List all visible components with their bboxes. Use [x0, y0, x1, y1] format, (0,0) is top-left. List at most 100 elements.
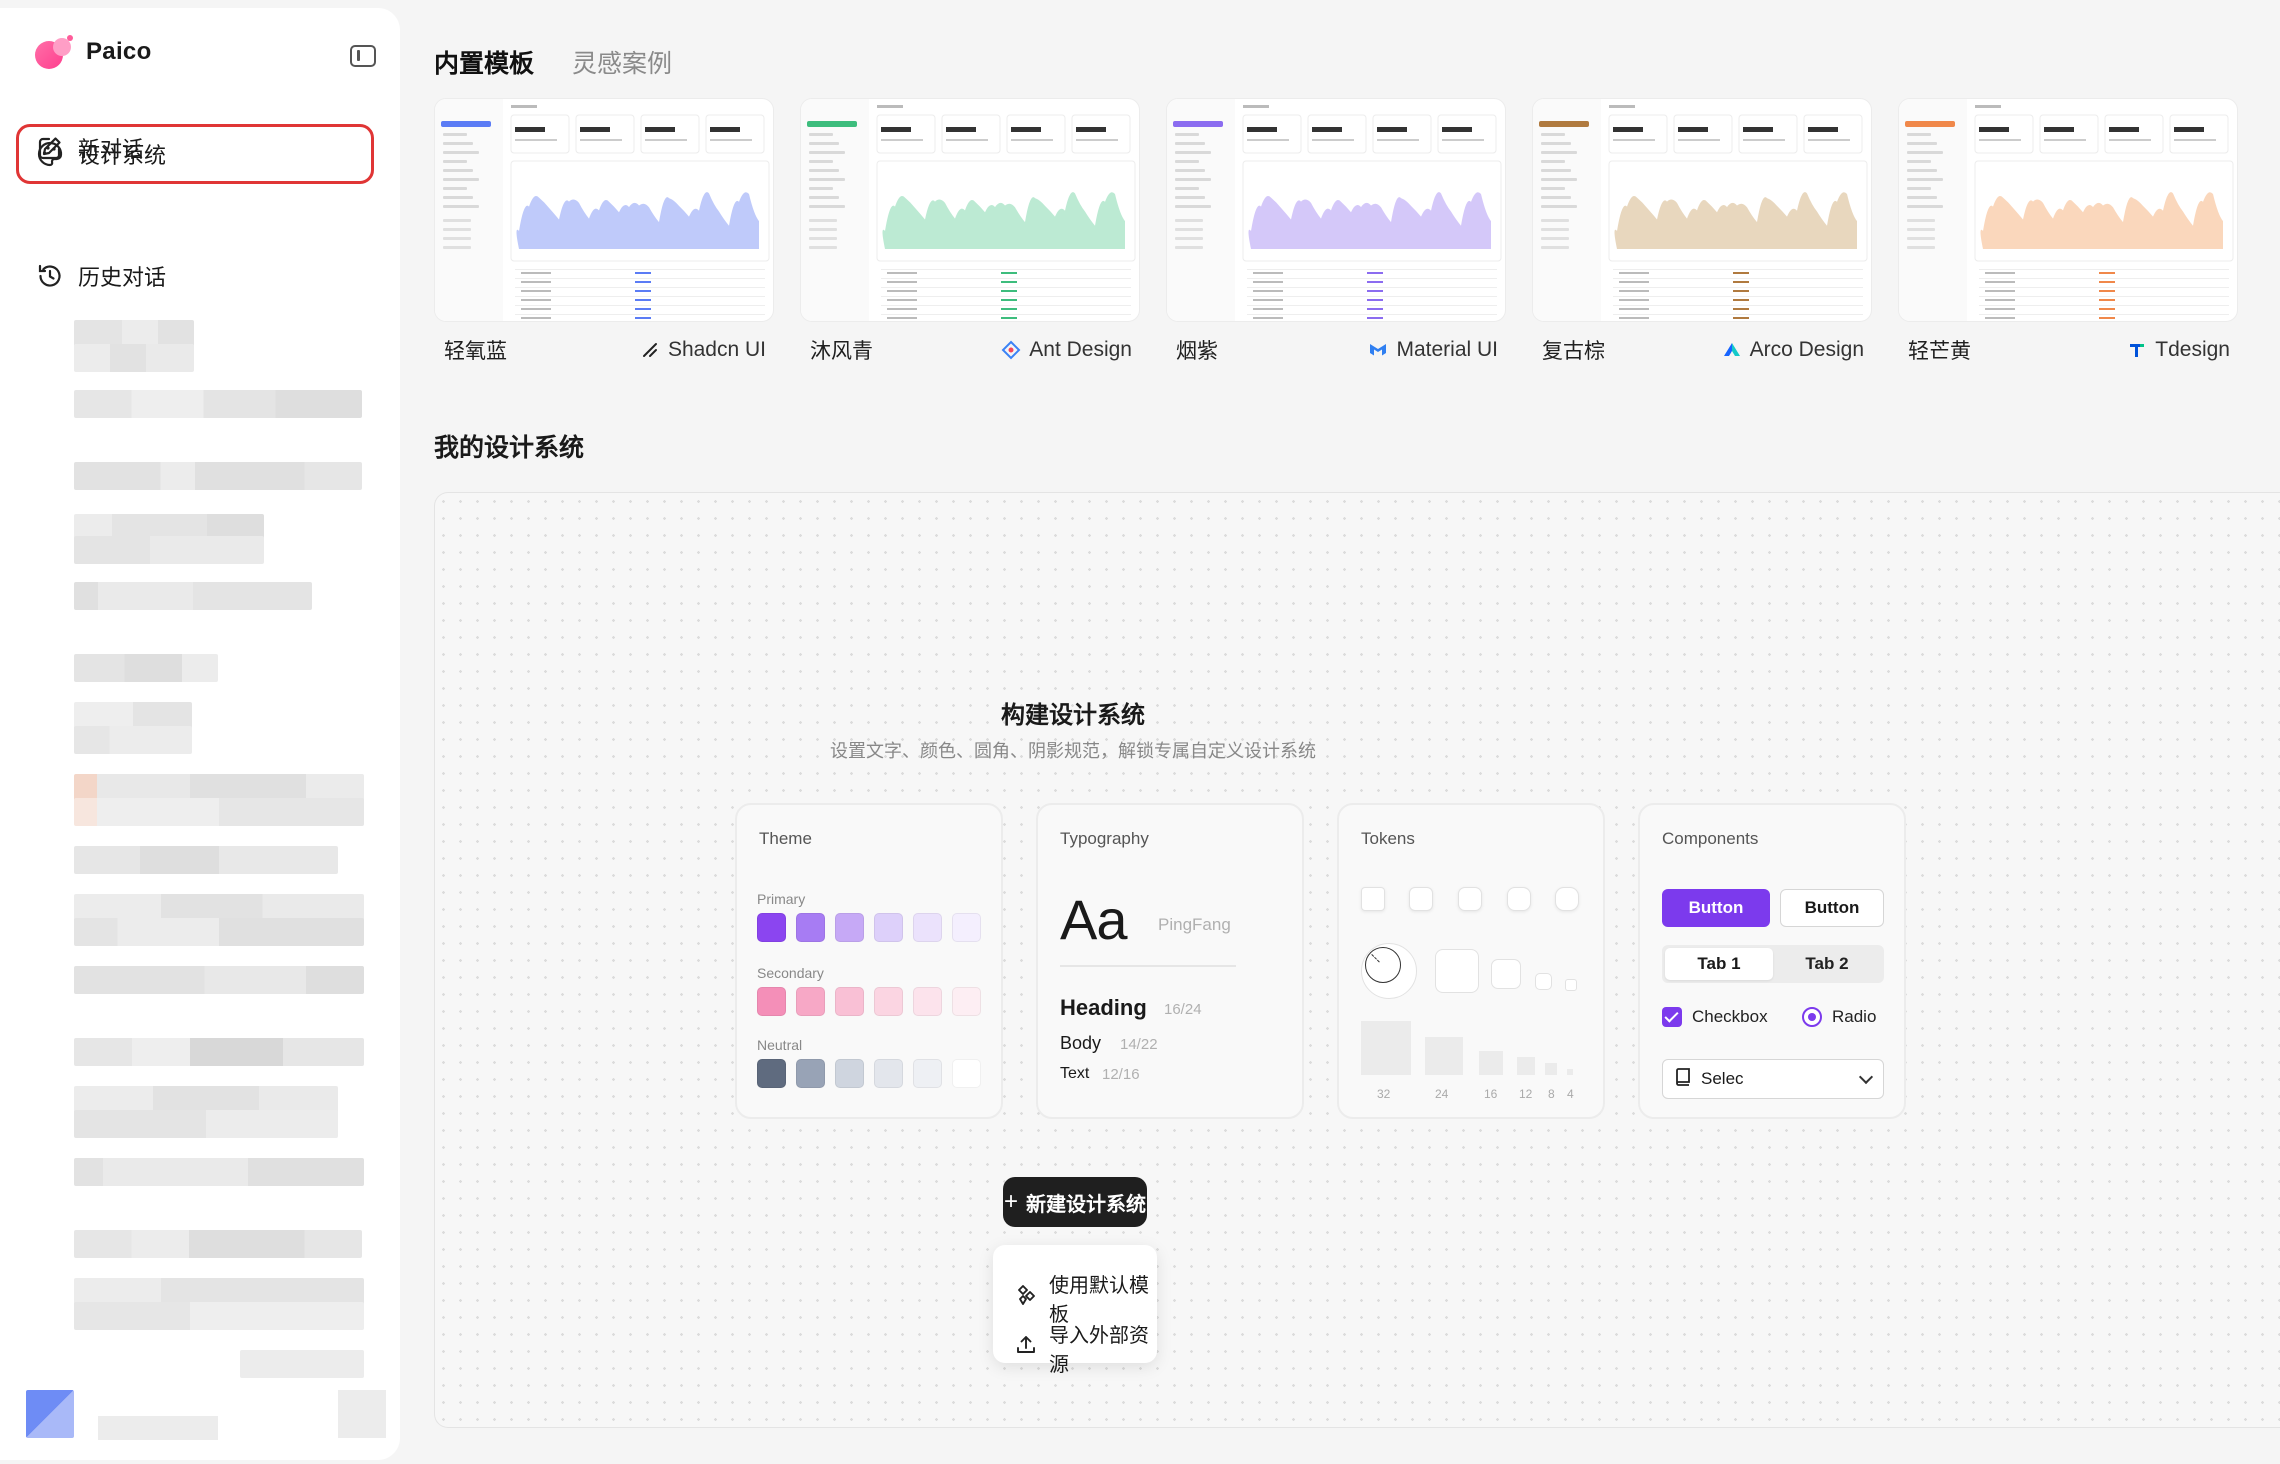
- spacing-label: 32: [1377, 1087, 1391, 1101]
- secondary-color-swatch: [952, 987, 981, 1016]
- secondary-color-swatch: [796, 987, 825, 1016]
- primary-color-swatch: [952, 913, 981, 942]
- history-item[interactable]: [74, 390, 362, 418]
- new-design-system-button[interactable]: + 新建设计系统: [1003, 1177, 1147, 1227]
- history-item[interactable]: [74, 536, 264, 564]
- spacing-label: 16: [1484, 1087, 1498, 1101]
- text-sample: Text: [1060, 1065, 1090, 1082]
- sample-outline-button[interactable]: Button: [1780, 889, 1884, 927]
- history-item[interactable]: [74, 1230, 362, 1258]
- heading-size: 16/24: [1164, 1001, 1202, 1018]
- template-card[interactable]: 轻氧蓝 Shadcn UI: [434, 98, 774, 368]
- template-library: Material UI: [1368, 338, 1498, 362]
- shadow-sample: [1535, 973, 1552, 990]
- primary-label: Primary: [757, 891, 806, 907]
- primary-swatches: [757, 913, 981, 942]
- history-item[interactable]: [74, 654, 218, 682]
- history-item[interactable]: [74, 582, 312, 610]
- card-title: Tokens: [1361, 829, 1415, 848]
- menu-item-import-external[interactable]: 导入外部资源: [1015, 1319, 1157, 1377]
- template-library: Arco Design: [1722, 338, 1864, 362]
- spacing-sample: [1361, 1021, 1411, 1075]
- template-thumbnail: [1532, 98, 1872, 322]
- card-title: Components: [1662, 829, 1759, 848]
- template-name: 轻芒黄: [1908, 340, 1971, 363]
- template-library: Ant Design: [1001, 338, 1132, 362]
- primary-color-swatch: [835, 913, 864, 942]
- history-item[interactable]: [74, 1158, 364, 1186]
- materialui-icon: [1368, 340, 1388, 360]
- avatar[interactable]: [26, 1390, 74, 1438]
- history-item[interactable]: [74, 966, 364, 994]
- new-button-label: 新建设计系统: [1026, 1193, 1146, 1216]
- sample-radio[interactable]: Radio: [1802, 1007, 1876, 1027]
- history-item[interactable]: [74, 344, 194, 372]
- sample-tab-1[interactable]: Tab 1: [1665, 948, 1773, 980]
- spacing-sample: [1479, 1051, 1503, 1075]
- primary-color-swatch: [874, 913, 903, 942]
- radius-sample: [1555, 887, 1579, 911]
- template-icon: [1015, 1284, 1037, 1312]
- tokens-card: Tokens 32 24 16 12 8 4: [1337, 803, 1605, 1119]
- template-card[interactable]: 复古棕 Arco Design: [1532, 98, 1872, 368]
- menu-item-label: 导入外部资源: [1049, 1325, 1149, 1376]
- design-system-canvas: 构建设计系统 设置文字、颜色、圆角、阴影规范，解锁专属自定义设计系统 Theme…: [434, 492, 2280, 1428]
- radio-label: Radio: [1832, 1007, 1877, 1026]
- history-item[interactable]: [240, 1350, 364, 1378]
- template-name: 沐风青: [810, 340, 873, 363]
- history-item[interactable]: [74, 1110, 338, 1138]
- nav-label: 历史对话: [78, 265, 167, 290]
- typography-card: Typography Aa PingFang Heading 16/24 Bod…: [1036, 803, 1304, 1119]
- book-icon: [1675, 1067, 1691, 1091]
- history-item[interactable]: [74, 918, 364, 946]
- neutral-color-swatch: [913, 1059, 942, 1088]
- history-list-blurred: [0, 308, 400, 1408]
- secondary-color-swatch: [874, 987, 903, 1016]
- template-card[interactable]: 沐风青 Ant Design: [800, 98, 1140, 368]
- palette-icon: [36, 140, 64, 168]
- template-library: Tdesign: [2127, 338, 2230, 362]
- radius-sample: [1507, 887, 1531, 911]
- spacing-label: 24: [1435, 1087, 1449, 1101]
- nav-history[interactable]: 历史对话: [16, 246, 374, 306]
- section-title: 我的设计系统: [434, 434, 585, 462]
- library-name: Tdesign: [2155, 338, 2230, 361]
- sample-select[interactable]: Selec: [1662, 1059, 1884, 1099]
- checkbox-checked-icon: [1662, 1007, 1682, 1027]
- history-item[interactable]: [74, 462, 362, 490]
- upload-icon: [1015, 1334, 1037, 1362]
- sidebar-toggle-icon[interactable]: [350, 45, 376, 67]
- tab-inspiration[interactable]: 灵感案例: [572, 44, 672, 80]
- main-panel: 内置模板 灵感案例 轻氧蓝 Shadcn UI 沐风青 Ant Design 烟…: [400, 0, 2280, 1464]
- history-item[interactable]: [74, 1038, 364, 1066]
- sidebar: Paico 新对话 设计系统 历史对话: [0, 8, 400, 1460]
- sample-tab-2[interactable]: Tab 2: [1773, 948, 1881, 980]
- spacing-sample: [1517, 1057, 1535, 1075]
- radio-selected-icon: [1802, 1007, 1822, 1027]
- settings-blurred[interactable]: [338, 1390, 386, 1438]
- template-card[interactable]: 烟紫 Material UI: [1166, 98, 1506, 368]
- tab-builtin-templates[interactable]: 内置模板: [434, 44, 534, 80]
- radius-sample: [1458, 887, 1482, 911]
- template-thumbnail: [800, 98, 1140, 322]
- secondary-label: Secondary: [757, 965, 824, 981]
- neutral-color-swatch: [796, 1059, 825, 1088]
- shadcn-icon: [640, 340, 660, 360]
- shadow-sample: [1435, 949, 1479, 993]
- select-value: Selec: [1701, 1069, 1744, 1088]
- nav-design-system[interactable]: 设计系统: [16, 124, 374, 184]
- history-item[interactable]: [74, 726, 192, 754]
- arcodesign-icon: [1722, 340, 1742, 360]
- username-blurred: [98, 1416, 218, 1440]
- font-family-name: PingFang: [1158, 915, 1231, 934]
- sample-primary-button[interactable]: Button: [1662, 889, 1770, 927]
- template-card[interactable]: 轻芒黄 Tdesign: [1898, 98, 2238, 368]
- paico-logo-icon: [32, 32, 76, 72]
- history-item[interactable]: [74, 1302, 364, 1330]
- tdesign-icon: [2127, 340, 2147, 360]
- spacing-label: 12: [1519, 1087, 1533, 1101]
- history-item[interactable]: [74, 846, 338, 874]
- brand[interactable]: Paico: [32, 32, 152, 72]
- sample-checkbox[interactable]: Checkbox: [1662, 1007, 1768, 1027]
- history-item[interactable]: [74, 798, 364, 826]
